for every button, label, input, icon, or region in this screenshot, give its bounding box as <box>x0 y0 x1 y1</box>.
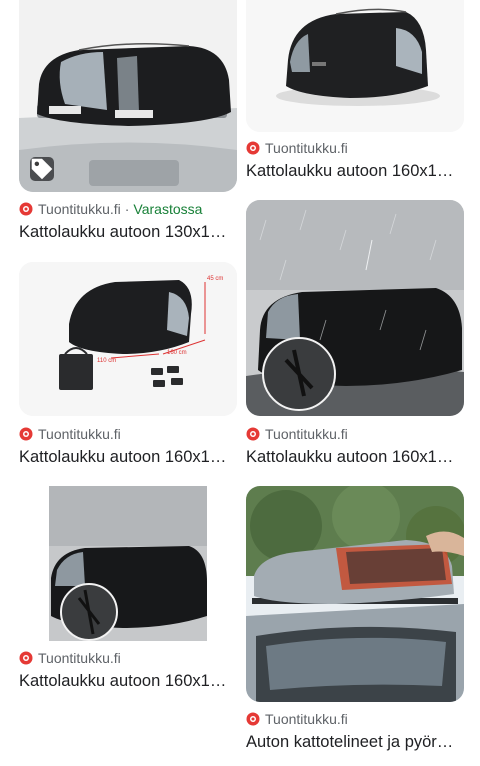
source-name: Tuontitukku.fi <box>38 201 121 217</box>
result-source: Tuontitukku.fi <box>246 425 348 443</box>
result-image[interactable] <box>246 0 464 132</box>
result-card[interactable]: Tuontitukku.fi · Varastossa Kattolaukku … <box>19 0 237 250</box>
result-image[interactable] <box>19 0 237 192</box>
car-roof-rack-bag-image <box>246 486 464 702</box>
result-title[interactable]: Auton kattotelineet ja pyör… <box>246 732 464 752</box>
dim-length-label: 160 cm <box>167 350 187 356</box>
roof-bag-dimensions-image: 45 cm 110 cm 160 cm <box>19 262 237 416</box>
result-source: Tuontitukku.fi <box>246 139 348 157</box>
result-card[interactable]: Tuontitukku.fi Auton kattotelineet ja py… <box>246 486 464 756</box>
roof-bag-in-rain-image <box>246 200 464 416</box>
result-image[interactable] <box>19 486 237 641</box>
result-source: Tuontitukku.fi · Varastossa <box>19 200 202 218</box>
result-title[interactable]: Kattolaukku autoon 160x1… <box>246 447 464 467</box>
availability-badge: Varastossa <box>133 201 203 217</box>
result-card[interactable]: Tuontitukku.fi Kattolaukku autoon 160x1… <box>246 200 464 472</box>
result-card[interactable]: Tuontitukku.fi Kattolaukku autoon 160x1… <box>246 0 464 190</box>
result-source: Tuontitukku.fi <box>19 425 121 443</box>
roof-bag-product-image <box>246 0 464 132</box>
store-favicon-icon <box>246 712 260 726</box>
source-name: Tuontitukku.fi <box>265 711 348 727</box>
source-name: Tuontitukku.fi <box>265 426 348 442</box>
result-source: Tuontitukku.fi <box>246 710 348 728</box>
price-tag-icon <box>30 157 54 181</box>
result-title[interactable]: Kattolaukku autoon 160x1… <box>246 161 464 181</box>
roof-bag-in-rain-image <box>19 486 237 641</box>
result-source: Tuontitukku.fi <box>19 649 121 667</box>
result-title[interactable]: Kattolaukku autoon 160x1… <box>19 671 237 691</box>
store-favicon-icon <box>246 427 260 441</box>
result-image[interactable] <box>246 200 464 416</box>
result-card[interactable]: 45 cm 110 cm 160 cm Tuontitukku.fi Katto… <box>19 262 237 472</box>
source-name: Tuontitukku.fi <box>265 140 348 156</box>
result-title[interactable]: Kattolaukku autoon 160x1… <box>19 447 237 467</box>
result-image[interactable] <box>246 486 464 702</box>
result-image[interactable]: 45 cm 110 cm 160 cm <box>19 262 237 416</box>
result-title[interactable]: Kattolaukku autoon 130x1… <box>19 222 237 242</box>
separator-dot: · <box>124 201 130 217</box>
source-name: Tuontitukku.fi <box>38 650 121 666</box>
result-card[interactable]: Tuontitukku.fi Kattolaukku autoon 160x1… <box>19 486 237 696</box>
store-favicon-icon <box>246 141 260 155</box>
dim-height-label: 45 cm <box>207 276 223 282</box>
store-favicon-icon <box>19 427 33 441</box>
source-name: Tuontitukku.fi <box>38 426 121 442</box>
store-favicon-icon <box>19 202 33 216</box>
dim-width-label: 110 cm <box>97 358 116 364</box>
store-favicon-icon <box>19 651 33 665</box>
